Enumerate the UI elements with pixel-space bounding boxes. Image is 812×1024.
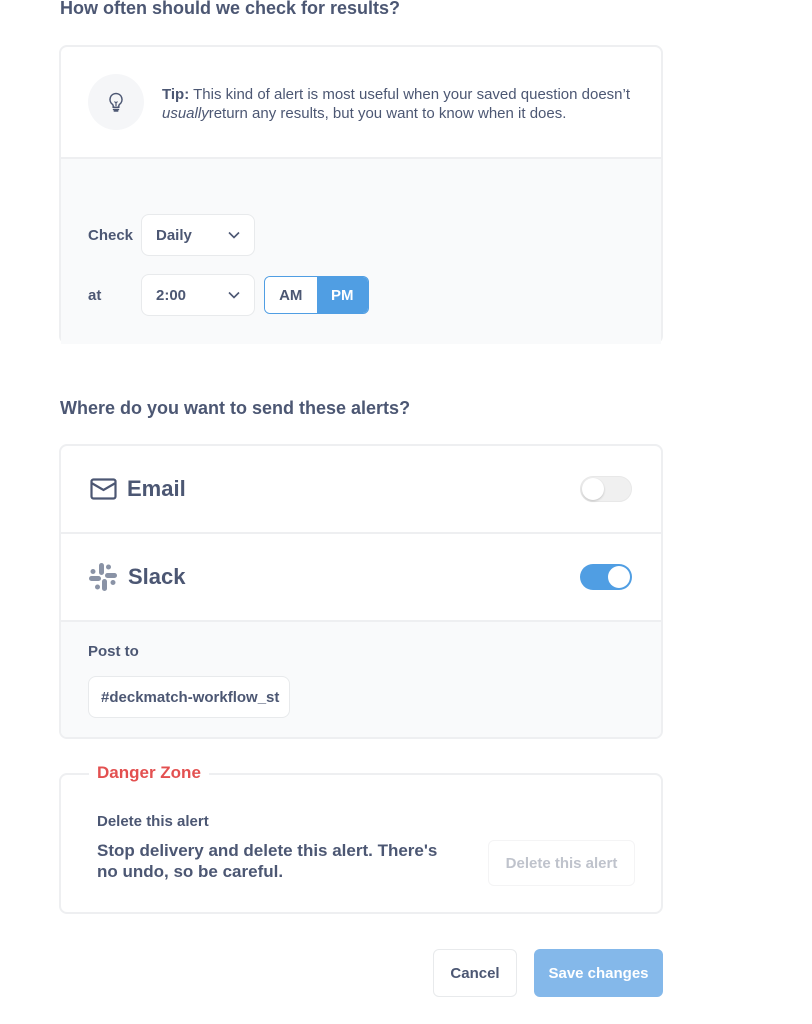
time-select[interactable]: 2:00 [141,274,255,316]
tip-icon-wrap [88,74,144,130]
danger-zone-description: Stop delivery and delete this alert. The… [97,841,438,881]
tip-box: Tip: This kind of alert is most useful w… [61,47,661,157]
at-label: at [88,287,102,304]
danger-zone-heading: Delete this alert [97,813,209,830]
tip-emphasis: usually [162,105,209,122]
slack-settings-panel: Post to #deckmatch-workflow_st [61,622,661,737]
chevron-down-icon [228,291,240,299]
email-label: Email [127,476,186,501]
email-toggle[interactable] [580,476,632,502]
tip-label: Tip: [162,86,190,103]
danger-zone-card: Danger Zone Delete this alert Stop deliv… [59,763,663,914]
check-label: Check [88,227,134,244]
time-value: 2:00 [156,286,187,304]
destination-section-title: Where do you want to send these alerts? [60,398,411,418]
danger-zone-title: Danger Zone [89,763,209,783]
am-pm-toggle: AM PM [264,276,369,314]
slack-label: Slack [128,564,186,589]
chevron-down-icon [228,231,240,239]
toggle-knob [608,566,630,588]
slack-toggle[interactable] [580,564,632,590]
delete-alert-button[interactable]: Delete this alert [488,840,635,886]
am-button[interactable]: AM [265,277,317,313]
frequency-card: Tip: This kind of alert is most useful w… [59,45,663,344]
slack-channel-input[interactable]: #deckmatch-workflow_st [88,676,290,718]
mail-icon [90,478,117,500]
frequency-value: Daily [156,226,192,244]
slack-channel-row: Slack [61,534,661,622]
toggle-knob [582,478,604,500]
lightbulb-icon [109,92,123,112]
save-changes-button[interactable]: Save changes [534,949,663,997]
tip-text-part2: return any results, but you want to know… [208,105,567,122]
pm-button[interactable]: PM [316,277,368,313]
post-to-label: Post to [88,643,139,660]
frequency-section-title: How often should we check for results? [60,0,401,18]
slack-icon [89,563,117,591]
tip-text: Tip: This kind of alert is most useful w… [162,85,642,123]
tip-text-part1: This kind of alert is most useful when y… [193,86,631,103]
cancel-button[interactable]: Cancel [433,949,517,997]
email-channel-row: Email [61,446,661,534]
frequency-select[interactable]: Daily [141,214,255,256]
schedule-panel: Check Daily at 2:00 AM PM [61,157,661,344]
destinations-card: Email Slack Post to #deckmatch-workflow_… [59,444,663,739]
